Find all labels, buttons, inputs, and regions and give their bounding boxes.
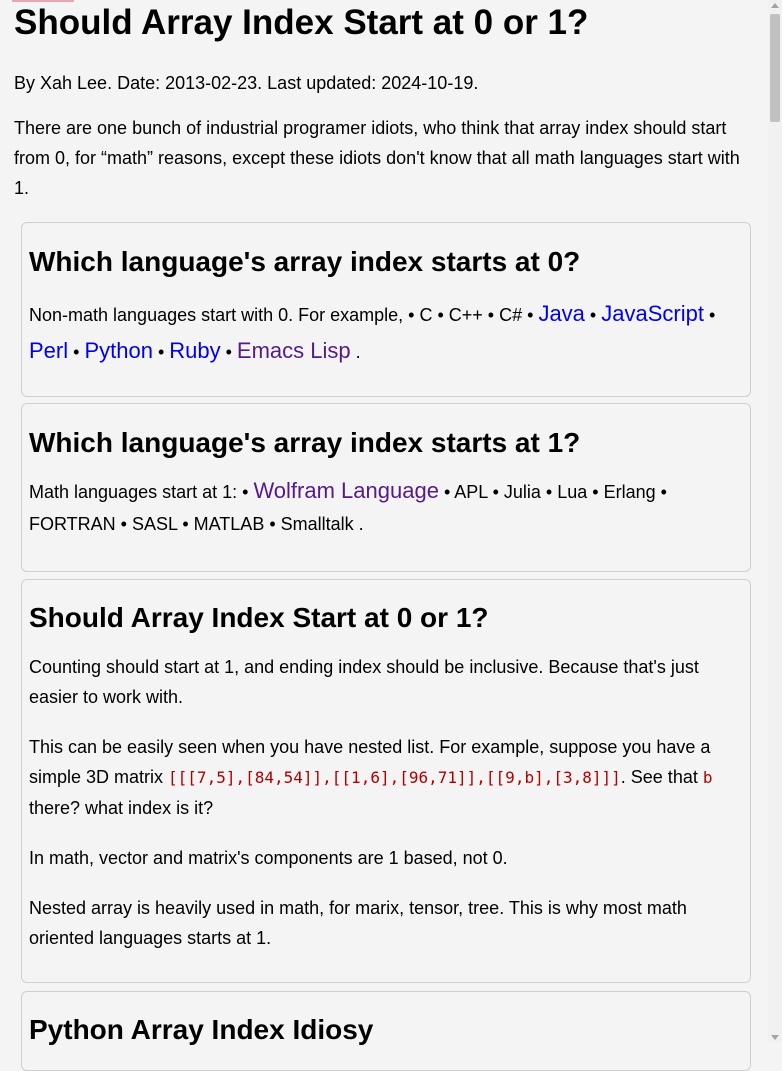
one-languages-paragraph: Math languages start at 1: • Wolfram Lan… [29,475,750,540]
link-python[interactable]: Python [84,338,153,363]
separator: • [68,342,85,362]
link-perl[interactable]: Perl [29,338,68,363]
separator: • [152,342,170,362]
nested-list-paragraph: This can be easily seen when you have ne… [29,732,750,823]
link-ruby[interactable]: Ruby [169,338,220,363]
scrollbar[interactable] [768,0,782,1043]
one-prefix: Math languages start at 1: • [29,482,254,502]
counting-paragraph: Counting should start at 1, and ending i… [29,657,699,707]
section-index-one: Which language's array index starts at 1… [21,403,751,572]
text: there? what index is it? [29,798,214,818]
link-java[interactable]: Java [538,301,584,326]
zero-languages-paragraph: Non-math languages start with 0. For exa… [29,296,750,370]
scroll-up-icon[interactable] [771,3,779,8]
separator: • [703,305,716,325]
link-wolfram-language[interactable]: Wolfram Language [253,478,439,503]
separator: • [220,342,237,362]
nested-array-paragraph: Nested array is heavily used in math, fo… [29,898,687,948]
article-header: Should Array Index Start at 0 or 1? By X… [14,0,754,203]
byline: By Xah Lee. Date: 2013-02-23. Last updat… [14,73,479,93]
scroll-thumb[interactable] [770,14,780,122]
section-heading: Should Array Index Start at 0 or 1? [29,602,489,633]
scroll-down-icon[interactable] [771,1035,779,1040]
section-heading: Which language's array index starts at 1… [29,427,581,458]
vector-paragraph: In math, vector and matrix's components … [29,848,508,868]
text: . See that [620,767,703,787]
section-heading: Which language's array index starts at 0… [29,246,581,277]
section-python: Python Array Index Idiosy [21,991,751,1071]
list-end: . [350,342,361,362]
section-heading: Python Array Index Idiosy [29,1014,374,1045]
link-javascript[interactable]: JavaScript [601,301,704,326]
link-emacs-lisp[interactable]: Emacs Lisp [237,338,351,363]
b-code: b [702,768,713,787]
section-index-zero: Which language's array index starts at 0… [21,222,751,397]
matrix-code: [[[7,5],[84,54]],[[1,6],[96,71]],[[9,b],… [168,768,621,787]
separator: • [584,305,602,325]
zero-prefix: Non-math languages start with 0. For exa… [29,305,539,325]
section-should-start: Should Array Index Start at 0 or 1? Coun… [21,579,751,983]
page-title: Should Array Index Start at 0 or 1? [14,3,589,42]
intro-paragraph: There are one bunch of industrial progra… [14,118,740,198]
